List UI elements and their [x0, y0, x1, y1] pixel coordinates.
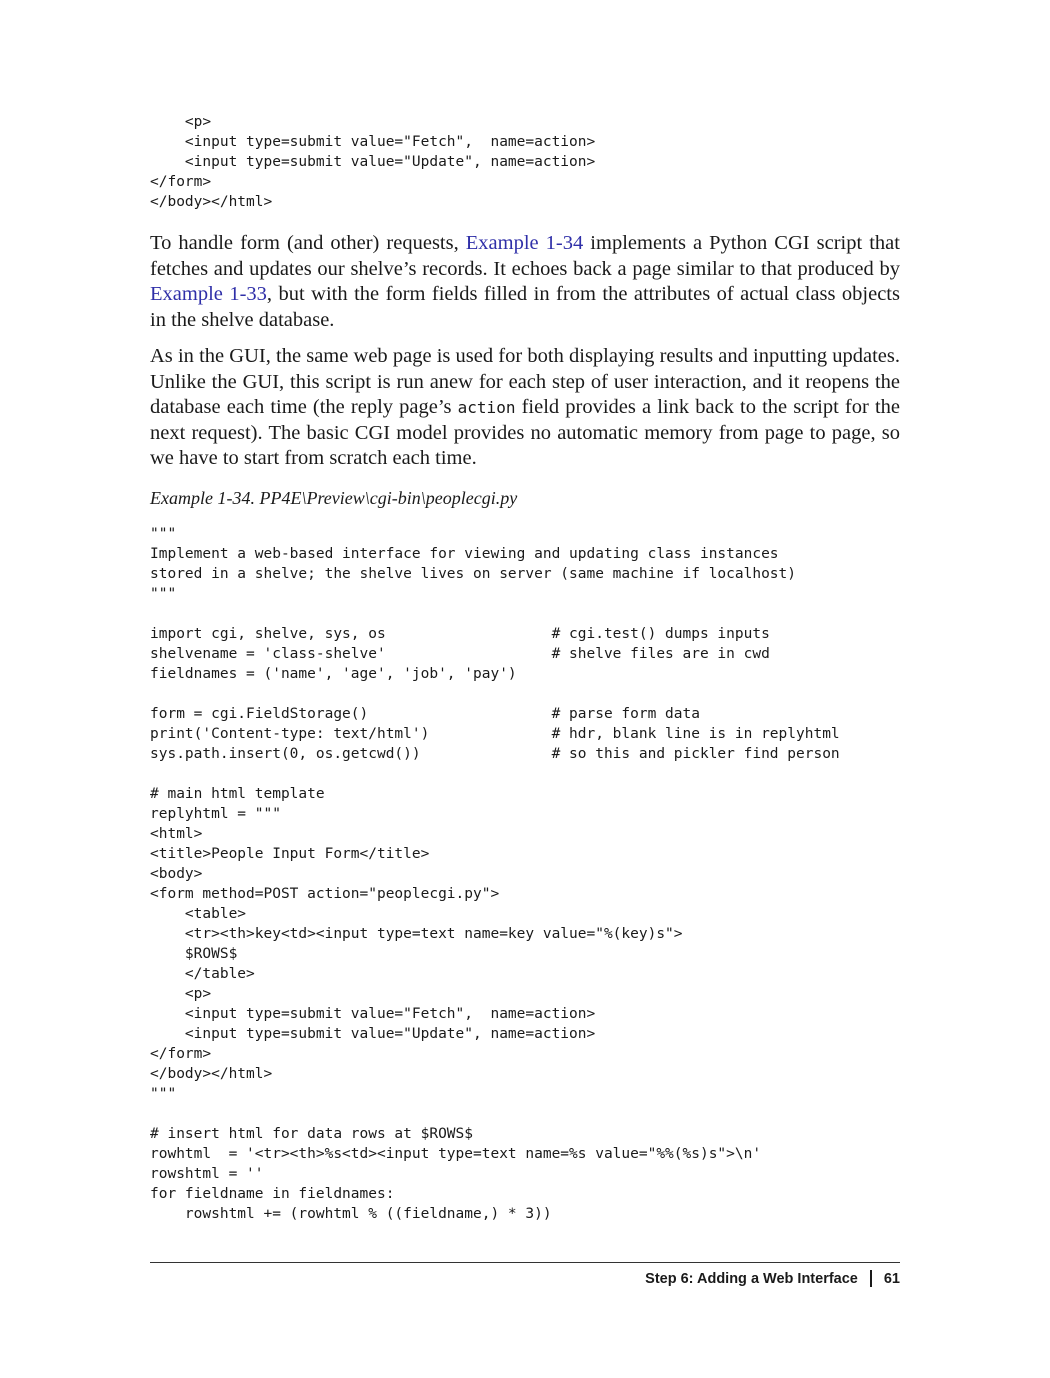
example-1-34-link[interactable]: Example 1-34	[466, 232, 583, 254]
paragraph-web-page-reuse: As in the GUI, the same web page is used…	[150, 344, 900, 472]
code-listing-top: <p> <input type=submit value="Fetch", na…	[150, 114, 596, 210]
paragraph-form-requests: To handle form (and other) requests, Exa…	[150, 231, 900, 333]
page-number: 61	[883, 1270, 900, 1287]
footer-separator	[869, 1270, 872, 1287]
example-caption: Example 1-34. PP4E\Preview\cgi-bin\peopl…	[150, 488, 518, 508]
example-1-33-link[interactable]: Example 1-33	[150, 283, 267, 305]
para1-text-1: To handle form (and other) requests,	[150, 232, 466, 254]
code-listing-peoplecgi: """ Implement a web-based interface for …	[150, 526, 840, 1222]
book-page: <p> <input type=submit value="Fetch", na…	[150, 0, 900, 1378]
inline-code-action: action	[457, 398, 516, 418]
footer-rule	[150, 1262, 900, 1263]
page-footer: Step 6: Adding a Web Interface 61	[645, 1270, 900, 1287]
footer-section-title: Step 6: Adding a Web Interface	[645, 1270, 858, 1287]
